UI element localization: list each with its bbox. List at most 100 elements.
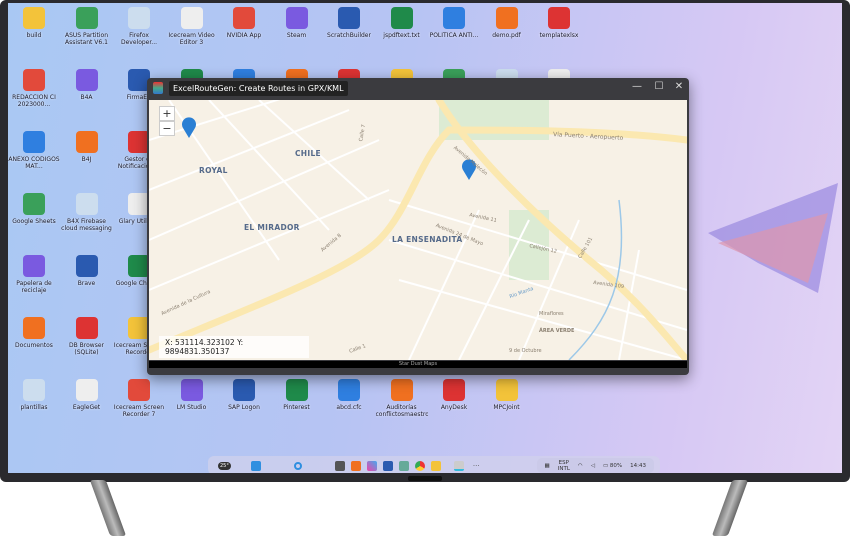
app-icon: [338, 7, 360, 29]
desktop-icon-label: Documentos: [15, 342, 53, 349]
app-icon: [285, 379, 308, 401]
chrome-taskbar-icon[interactable]: [414, 460, 425, 471]
clock[interactable]: 14:43: [630, 463, 646, 469]
app-icon: [153, 82, 163, 94]
app-icon: [180, 7, 203, 29]
desktop-icon[interactable]: REDACCIÓN CI 2023000...: [8, 69, 60, 108]
desktop-icon[interactable]: Firefox Developer...: [113, 7, 165, 46]
desktop-icon[interactable]: ANEXO CÓDIGOS MAT...: [8, 131, 60, 170]
desktop-icon[interactable]: B4X Firebase cloud messaging: [61, 193, 113, 232]
desktop-icon-label: Icecream Screen Recorder 7: [113, 404, 165, 418]
app-icon: [75, 317, 98, 339]
desktop-icon[interactable]: DB Browser (SQLite): [61, 317, 113, 356]
desktop-icon-label: MPCJoint: [493, 404, 520, 411]
desktop-icon[interactable]: Papelera de reciclaje: [8, 255, 60, 294]
desktop-icon[interactable]: Icecream Video Editor 3: [166, 7, 218, 46]
desktop-icon[interactable]: Pinterest: [271, 379, 323, 411]
desktop-icon[interactable]: POLITICA ANTI...: [428, 7, 480, 39]
desktop-icon[interactable]: build: [8, 7, 60, 39]
desktop-icon-label: Auditorías conflictosmaestros: [375, 404, 428, 418]
desktop-icon-label: B4A: [80, 94, 93, 101]
status-bar: Star Dust Maps: [149, 361, 687, 368]
desktop-icon-label: Steam: [286, 32, 307, 39]
desktop-icon[interactable]: templatexlsx: [533, 7, 585, 39]
file-explorer-icon[interactable]: [430, 460, 441, 471]
app-icon: [23, 255, 45, 277]
maximize-button[interactable]: ☐: [651, 81, 667, 92]
desktop-icon[interactable]: ScratchBuilder: [323, 7, 375, 39]
tv-stand-left: [89, 480, 127, 536]
zoom-in-button[interactable]: +: [159, 106, 175, 121]
app-taskbar-icon[interactable]: [398, 460, 409, 471]
desktop-icon-label: NVIDIA App: [226, 32, 262, 39]
desktop-icon[interactable]: Documentos: [8, 317, 60, 349]
battery-level: 80%: [609, 462, 623, 469]
desktop-icon[interactable]: EagleGet: [61, 379, 113, 411]
excelroutegen-taskbar-icon[interactable]: [453, 460, 464, 471]
desktop-icon[interactable]: abcd.cfc: [323, 379, 375, 411]
volume-icon[interactable]: ◁: [591, 463, 595, 469]
minimize-button[interactable]: —: [629, 81, 645, 92]
desktop-icon[interactable]: Icecream Screen Recorder 7: [113, 379, 165, 418]
desktop-icon-label: SAP Logon: [228, 404, 260, 411]
desktop-icon-label: POLITICA ANTI...: [429, 32, 479, 39]
desktop-icon-label: B4X Firebase cloud messaging: [61, 218, 112, 232]
app-icon: [443, 7, 465, 29]
overflow-button[interactable]: ···: [473, 462, 480, 470]
tv-stand-right: [711, 480, 749, 536]
desktop-icon[interactable]: Steam: [271, 7, 323, 39]
desktop-icon-label: templatexlsx: [539, 32, 579, 39]
desktop-icon[interactable]: Brave: [61, 255, 113, 287]
app-icon: [23, 131, 45, 153]
map-view[interactable]: CHILE ROYAL EL MIRADOR LA ENSENADITA Vía…: [149, 100, 687, 360]
desktop-icon[interactable]: AnyDesk: [428, 379, 480, 411]
rog-wallpaper-logo: [708, 183, 838, 293]
street-label: 9 de Octubre: [509, 348, 542, 354]
app-icon: [75, 255, 98, 277]
eagleget-taskbar-icon[interactable]: [382, 460, 393, 471]
desktop-icon[interactable]: Auditorías conflictosmaestros: [376, 379, 428, 418]
desktop-icon[interactable]: B4J: [61, 131, 113, 163]
desktop-icon[interactable]: plantillas: [8, 379, 60, 411]
desktop-icon[interactable]: SAP Logon: [218, 379, 270, 411]
desktop-icon[interactable]: MPCJoint: [481, 379, 533, 411]
app-icon: [285, 7, 308, 29]
close-button[interactable]: ✕: [671, 81, 687, 92]
desktop-icon-label: B4J: [81, 156, 92, 163]
copilot-icon[interactable]: [366, 460, 377, 471]
desktop-icon[interactable]: NVIDIA App: [218, 7, 270, 39]
desktop-icon[interactable]: ASUS Partition Assistant V6.1: [61, 7, 113, 46]
app-icon: [128, 379, 150, 401]
wifi-icon[interactable]: ◠: [578, 463, 583, 469]
desktop-icon-label: AnyDesk: [440, 404, 468, 411]
place-label: ROYAL: [199, 166, 228, 175]
system-tray: ▦ ESP INTL ◠ ◁ ▭ 80% 14:43: [536, 458, 654, 473]
desktop-icon[interactable]: LM Studio: [166, 379, 218, 411]
window-title: ExcelRouteGen: Create Routes in GPX/KML: [169, 80, 348, 96]
desktop-icon[interactable]: jspdftext.txt: [376, 7, 428, 39]
app-icon: [233, 379, 255, 401]
icecream-taskbar-icon[interactable]: [350, 460, 361, 471]
layout: INTL: [557, 465, 570, 472]
weather-widget[interactable]: 25°: [218, 461, 231, 470]
search-icon[interactable]: [293, 461, 302, 470]
start-icon[interactable]: [250, 460, 261, 471]
desktop-icon[interactable]: B4A: [61, 69, 113, 101]
app-icon: [128, 7, 150, 29]
tray-apps-icon[interactable]: ▦: [545, 463, 550, 469]
app-icon: [75, 379, 98, 401]
title-bar[interactable]: ExcelRouteGen: Create Routes in GPX/KML …: [147, 78, 689, 98]
desktop-icon-label: build: [26, 32, 42, 39]
app-icon: [23, 193, 45, 215]
desktop-icon-label: Icecream Video Editor 3: [168, 32, 215, 46]
language-indicator[interactable]: ESP INTL: [558, 460, 570, 472]
zoom-out-button[interactable]: −: [159, 121, 175, 136]
desktop-icon-label: Brave: [77, 280, 96, 287]
desktop-icon-label: LM Studio: [176, 404, 207, 411]
app-icon: [495, 7, 518, 29]
battery-icon[interactable]: ▭ 80%: [603, 463, 622, 469]
app-icon: [233, 7, 255, 29]
desktop-icon[interactable]: demo.pdf: [481, 7, 533, 39]
task-view-icon[interactable]: [334, 460, 345, 471]
desktop-icon[interactable]: Google Sheets: [8, 193, 60, 225]
